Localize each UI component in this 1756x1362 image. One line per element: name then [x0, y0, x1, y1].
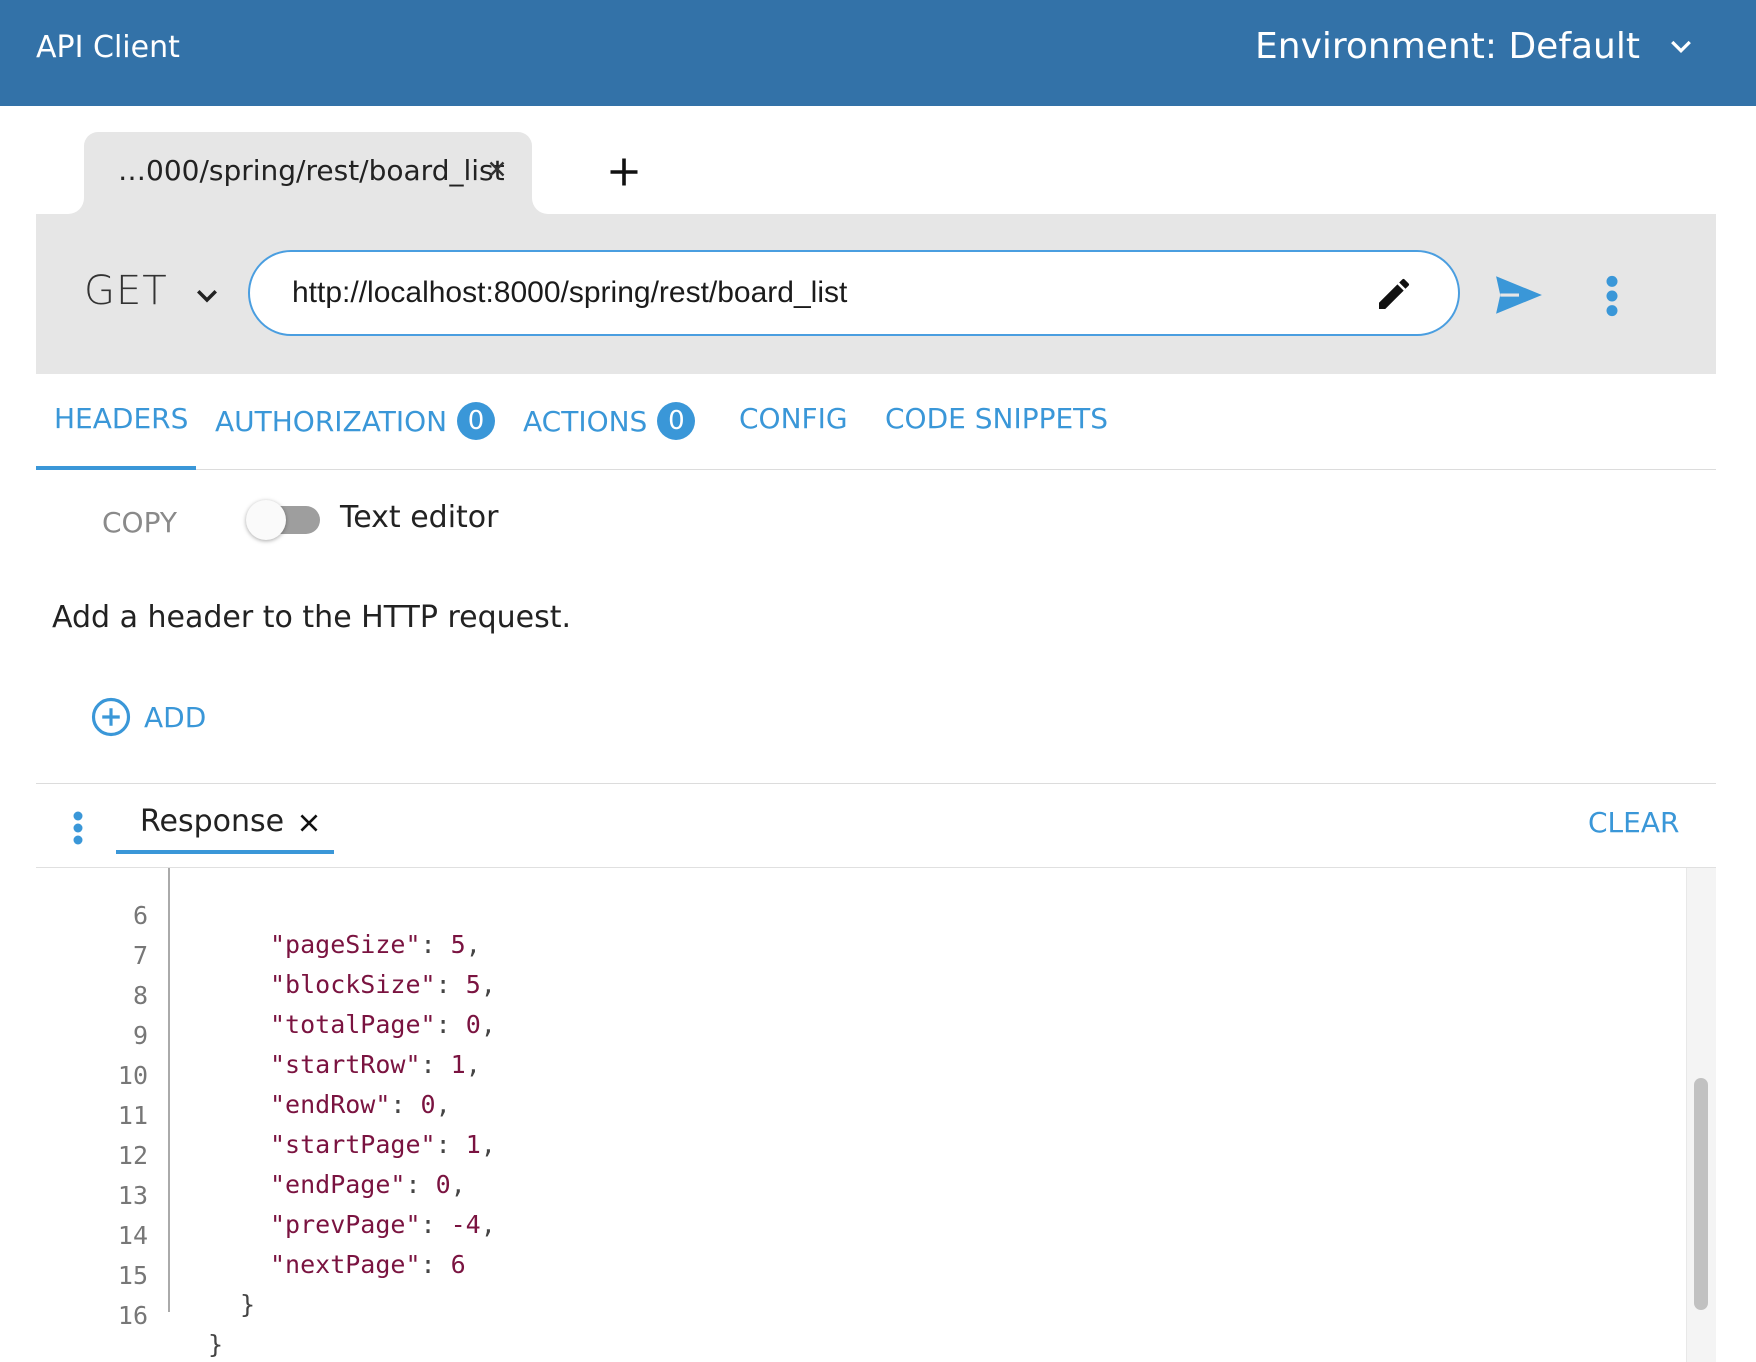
tab-code-snippets-label: CODE SNIPPETS: [885, 402, 1109, 435]
tab-corner-right: [532, 174, 572, 214]
tab-headers[interactable]: HEADERS: [54, 402, 188, 435]
code-line: 9 "startRow": 1,: [36, 992, 1686, 1079]
tab-config[interactable]: CONFIG: [739, 402, 848, 435]
response-scrollbar-thumb[interactable]: [1694, 1078, 1708, 1310]
code-line: 7 "blockSize": 5,: [36, 912, 1686, 999]
clear-button[interactable]: CLEAR: [1588, 806, 1679, 839]
close-icon[interactable]: [296, 810, 322, 836]
text-editor-label: Text editor: [340, 500, 499, 535]
active-tab-indicator: [36, 466, 196, 470]
add-header-button[interactable]: ADD: [90, 696, 206, 738]
tab-actions-label: ACTIONS: [523, 404, 648, 438]
url-input[interactable]: http://localhost:8000/spring/rest/board_…: [248, 250, 1460, 336]
add-circle-icon: [91, 697, 131, 737]
close-icon[interactable]: [484, 156, 510, 182]
tab-actions[interactable]: ACTIONS 0: [523, 402, 696, 440]
chevron-down-icon[interactable]: [192, 280, 222, 310]
code-line: 14 "nextPage": 6: [36, 1192, 1686, 1279]
request-bar: GET http://localhost:8000/spring/rest/bo…: [36, 214, 1716, 374]
json-brace: }: [208, 1330, 224, 1359]
code-line: 15 }: [36, 1232, 1686, 1319]
response-tab[interactable]: Response: [116, 800, 334, 854]
request-tab[interactable]: …000/spring/rest/board_list: [84, 132, 532, 214]
authorization-count-badge: 0: [457, 402, 496, 440]
headers-hint: Add a header to the HTTP request.: [52, 600, 572, 635]
actions-count-badge: 0: [657, 402, 696, 440]
tab-code-snippets[interactable]: CODE SNIPPETS: [885, 402, 1108, 435]
url-value[interactable]: http://localhost:8000/spring/rest/board_…: [292, 276, 847, 310]
tab-headers-label: HEADERS: [54, 402, 189, 435]
tab-corner-left: [36, 174, 84, 214]
tab-authorization-label: AUTHORIZATION: [215, 404, 448, 438]
line-number: 16: [117, 1301, 148, 1330]
request-section-tabs: HEADERS AUTHORIZATION 0 ACTIONS 0 CONFIG…: [36, 374, 1716, 470]
more-vertical-icon[interactable]: [70, 810, 86, 846]
panel-divider[interactable]: [36, 783, 1716, 784]
request-tab-label: …000/spring/rest/board_list: [118, 154, 505, 187]
code-line: 10 "endRow": 0,: [36, 1032, 1686, 1119]
add-header-label: ADD: [144, 700, 207, 734]
method-select[interactable]: GET: [84, 268, 168, 314]
environment-label: Environment: Default: [1255, 26, 1640, 67]
code-line: 6 "pageSize": 5,: [36, 872, 1686, 959]
tab-config-label: CONFIG: [739, 402, 848, 435]
code-line: 16 }: [36, 1272, 1686, 1359]
tab-authorization[interactable]: AUTHORIZATION 0: [215, 402, 496, 440]
code-line: 8 "totalPage": 0,: [36, 952, 1686, 1039]
more-vertical-icon[interactable]: [1604, 274, 1620, 318]
text-editor-toggle-knob[interactable]: [246, 500, 286, 540]
add-tab-icon[interactable]: [606, 154, 642, 190]
environment-selector[interactable]: Environment: Default: [1255, 26, 1696, 67]
app-header: API Client Environment: Default: [0, 0, 1756, 106]
copy-button[interactable]: COPY: [102, 506, 177, 539]
response-body[interactable]: 6 "pageSize": 5, 7 "blockSize": 5, 8 "to…: [36, 868, 1686, 1362]
code-line: 11 "startPage": 1,: [36, 1072, 1686, 1159]
response-tab-label: Response: [140, 804, 285, 839]
send-icon[interactable]: [1494, 274, 1544, 316]
app-title: API Client: [36, 30, 180, 65]
chevron-down-icon: [1671, 40, 1691, 53]
code-line: 12 "endPage": 0,: [36, 1112, 1686, 1199]
code-line: 13 "prevPage": -4,: [36, 1152, 1686, 1239]
pencil-icon[interactable]: [1374, 274, 1414, 314]
